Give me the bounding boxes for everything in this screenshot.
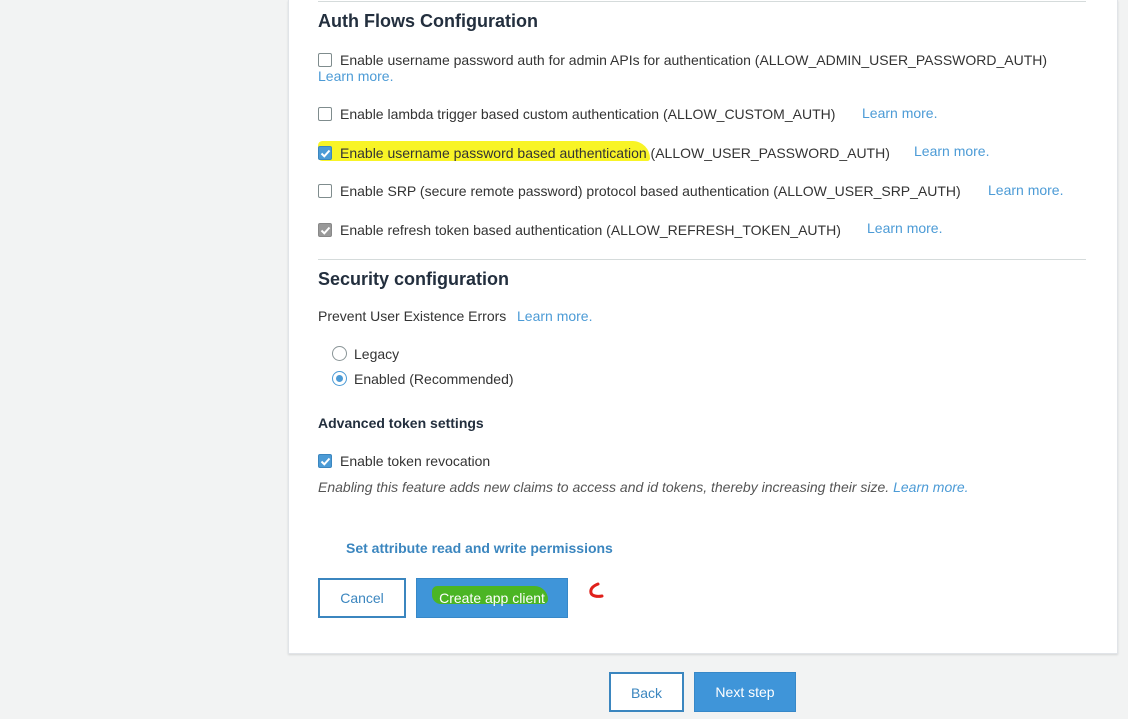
checkbox-custom-auth[interactable] — [318, 107, 332, 121]
section-divider — [318, 259, 1086, 260]
token-revocation-label: Enable token revocation — [340, 453, 491, 469]
check-icon — [320, 226, 331, 235]
user-srp-auth-label: Enable SRP (secure remote password) prot… — [340, 183, 961, 199]
next-step-button[interactable]: Next step — [694, 672, 796, 712]
radio-enabled-recommended[interactable] — [332, 371, 347, 386]
prevent-user-existence-errors-label: Prevent User Existence Errors — [318, 308, 507, 324]
token-revocation-description-text: Enabling this feature adds new claims to… — [318, 479, 890, 495]
set-attribute-permissions-link[interactable]: Set attribute read and write permissions — [346, 540, 613, 556]
refresh-token-auth-learn-more-link[interactable]: Learn more. — [867, 220, 942, 236]
top-divider — [318, 1, 1086, 2]
checkbox-user-srp-auth[interactable] — [318, 184, 332, 198]
check-icon — [320, 457, 331, 466]
refresh-token-auth-label: Enable refresh token based authenticatio… — [340, 222, 841, 238]
next-step-button-label: Next step — [715, 684, 775, 700]
checkbox-admin-user-password-auth[interactable] — [318, 53, 332, 67]
radio-legacy[interactable] — [332, 346, 347, 361]
radio-enabled-recommended-label: Enabled (Recommended) — [354, 371, 514, 387]
checkbox-token-revocation[interactable] — [318, 454, 332, 468]
token-revocation-description: Enabling this feature adds new claims to… — [318, 479, 969, 495]
custom-auth-label: Enable lambda trigger based custom authe… — [340, 106, 836, 122]
advanced-token-settings-title: Advanced token settings — [318, 415, 484, 431]
admin-user-password-auth-label: Enable username password auth for admin … — [340, 52, 1048, 68]
auth-flows-title: Auth Flows Configuration — [318, 11, 538, 31]
user-srp-auth-learn-more-link[interactable]: Learn more. — [988, 182, 1063, 198]
create-app-client-button-label: Create app client — [439, 590, 545, 606]
prevent-user-existence-errors-learn-more-link[interactable]: Learn more. — [517, 308, 592, 324]
checkbox-user-password-auth[interactable] — [318, 146, 332, 160]
user-password-auth-label: Enable username password based authentic… — [340, 145, 890, 161]
custom-auth-learn-more-link[interactable]: Learn more. — [862, 105, 937, 121]
check-icon — [320, 149, 331, 158]
cancel-button[interactable]: Cancel — [318, 578, 406, 618]
create-app-client-button[interactable]: Create app client — [416, 578, 568, 618]
red-annotation-mark — [589, 582, 604, 598]
user-password-auth-learn-more-link[interactable]: Learn more. — [914, 143, 989, 159]
radio-legacy-label: Legacy — [354, 346, 400, 362]
admin-user-password-auth-learn-more-link[interactable]: Learn more. — [318, 68, 393, 84]
token-revocation-learn-more-link[interactable]: Learn more. — [893, 479, 968, 495]
back-button-label: Back — [630, 685, 663, 701]
security-config-title: Security configuration — [318, 269, 510, 289]
checkbox-refresh-token-auth — [318, 223, 332, 237]
cancel-button-label: Cancel — [340, 590, 384, 606]
back-button[interactable]: Back — [609, 672, 684, 712]
